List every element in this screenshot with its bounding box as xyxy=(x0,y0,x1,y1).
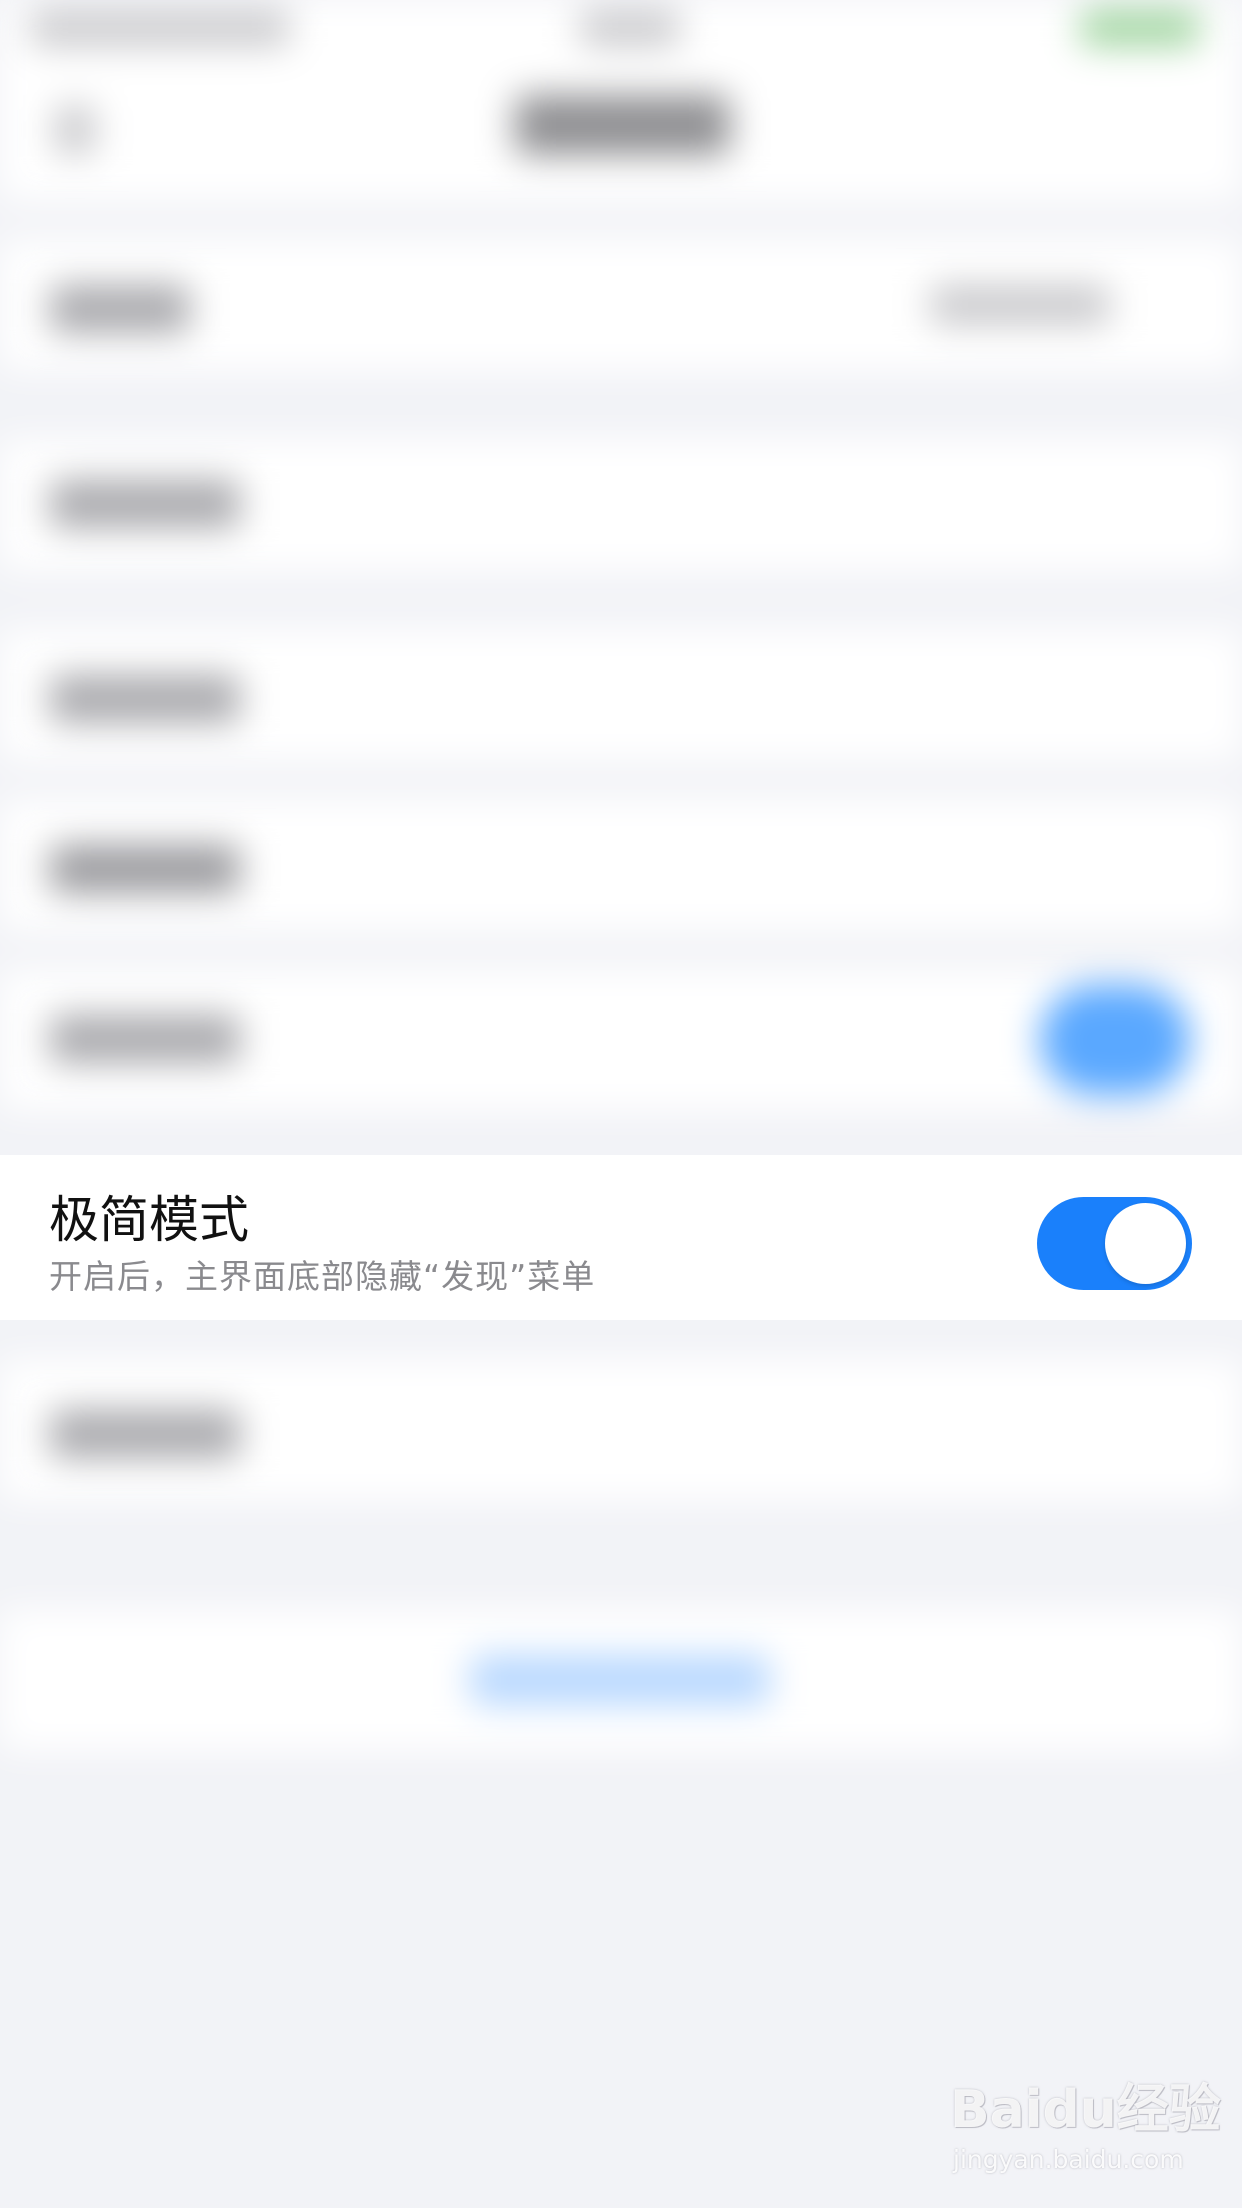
minimal-mode-title: 极简模式 xyxy=(49,1191,249,1249)
status-bar-center xyxy=(580,10,680,46)
status-bar-left xyxy=(30,10,290,46)
settings-row-5-toggle[interactable] xyxy=(1040,985,1190,1095)
bottom-link-button[interactable] xyxy=(470,1655,770,1705)
blurred-background xyxy=(0,0,1242,2208)
minimal-mode-description: 开启后，主界面底部隐藏“发现”菜单 xyxy=(49,1257,596,1296)
settings-row-5-label xyxy=(50,1015,240,1063)
back-icon[interactable] xyxy=(55,105,95,155)
battery-icon xyxy=(1080,10,1200,46)
settings-row-3-label xyxy=(50,675,240,723)
settings-row-2-label xyxy=(50,480,240,528)
settings-row-1-label xyxy=(50,285,190,333)
settings-row-7-label xyxy=(50,1410,240,1458)
minimal-mode-toggle[interactable] xyxy=(1037,1197,1192,1290)
settings-row-1-value xyxy=(930,285,1110,325)
nav-title xyxy=(515,95,730,155)
toggle-knob xyxy=(1105,1203,1186,1284)
settings-row-4-label xyxy=(50,845,240,893)
